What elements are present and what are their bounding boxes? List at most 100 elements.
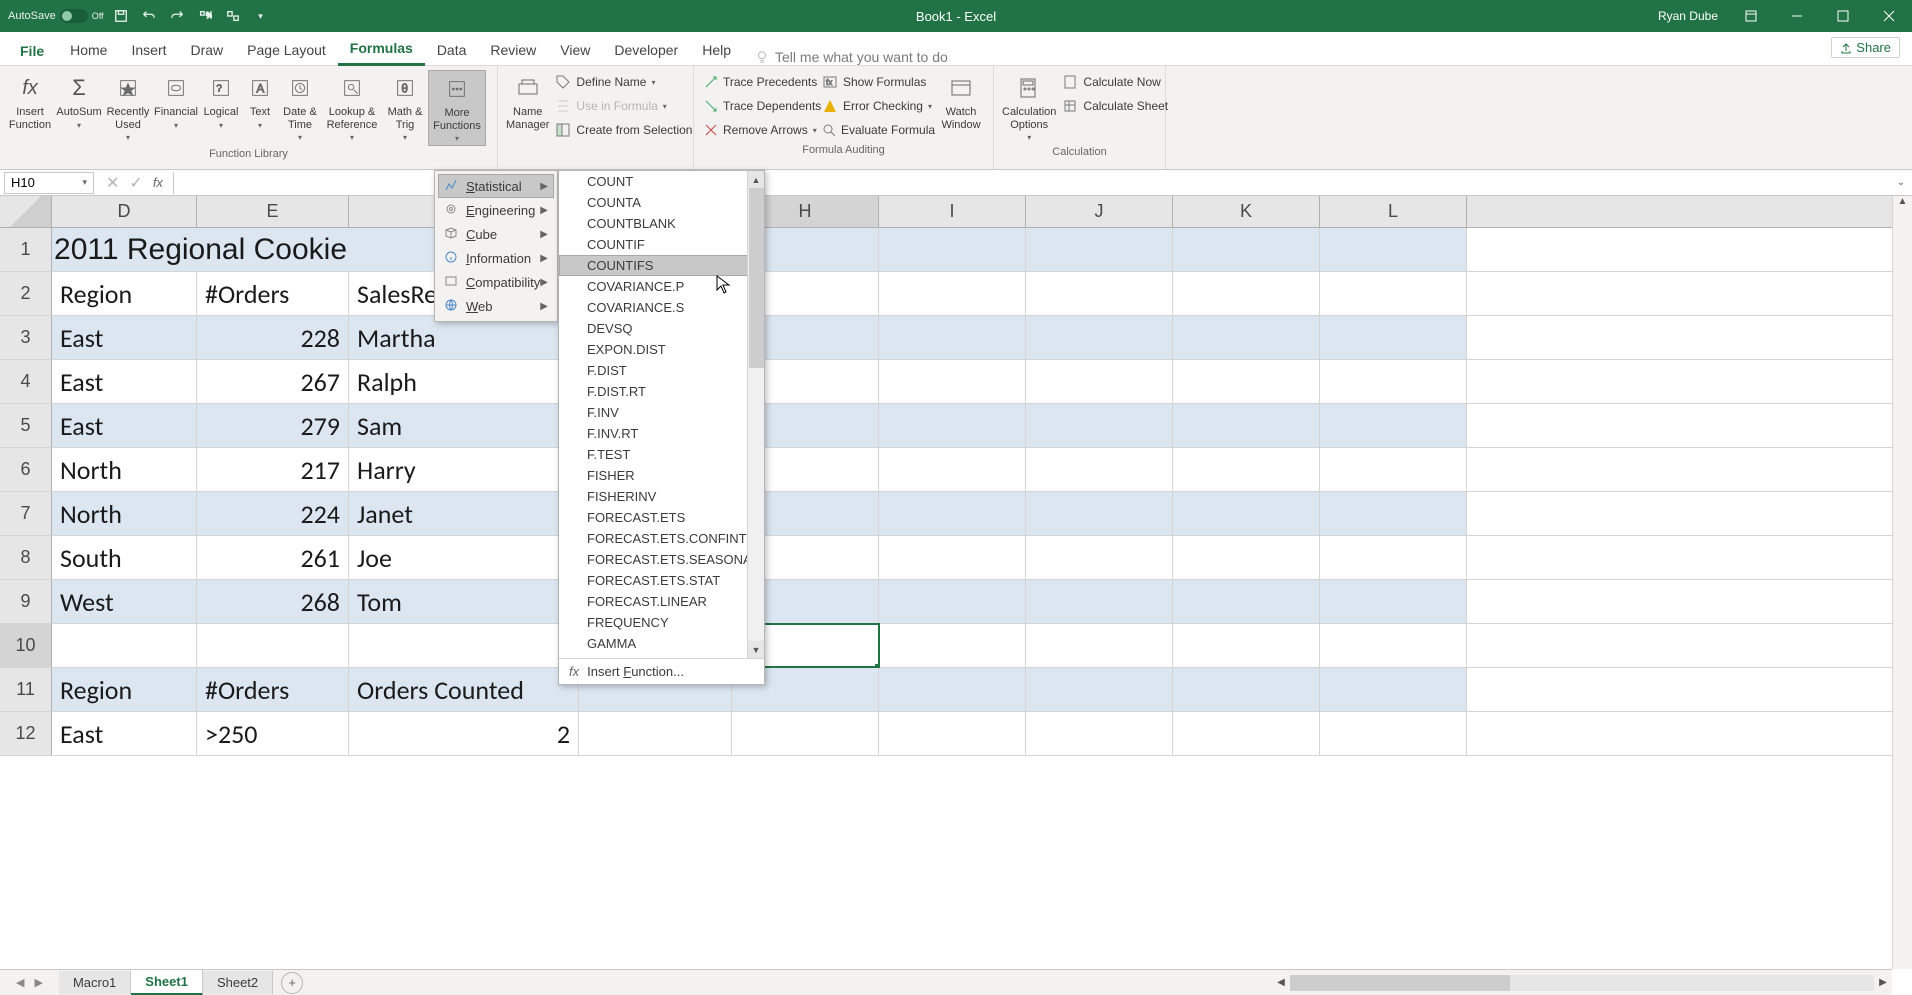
column-header[interactable]: K [1173,196,1320,227]
scroll-down-icon[interactable]: ▼ [748,641,764,658]
cell[interactable] [1026,404,1173,447]
horizontal-scrollbar[interactable]: ◀ ▶ [1272,969,1892,995]
create-from-selection-button[interactable]: Create from Selection [551,118,696,142]
column-header[interactable]: E [197,196,349,227]
cell[interactable]: 267 [197,360,349,403]
trace-precedents-button[interactable]: Trace Precedents [700,70,818,94]
tab-page-layout[interactable]: Page Layout [235,36,338,65]
cell[interactable] [1026,448,1173,491]
function-item[interactable]: FREQUENCY [559,612,764,633]
insert-function-button[interactable]: fx Insert Function [6,70,54,134]
insert-function-link[interactable]: fx Insert Function... [559,658,764,684]
cell[interactable] [1026,580,1173,623]
function-item[interactable]: FISHERINV [559,486,764,507]
function-item[interactable]: COUNT [559,171,764,192]
financial-button[interactable]: Financial▾ [152,70,200,134]
sheet-nav-prev-icon[interactable]: ◀ [16,976,24,989]
cell[interactable] [879,360,1026,403]
cell[interactable]: Orders Counted [349,668,579,711]
row-header[interactable]: 4 [0,360,52,403]
row-header[interactable]: 10 [0,624,52,667]
cell[interactable] [1026,624,1173,667]
tab-draw[interactable]: Draw [179,36,236,65]
scroll-up-icon[interactable]: ▲ [1893,196,1912,214]
function-item[interactable]: COVARIANCE.P [559,276,764,297]
cell[interactable] [879,580,1026,623]
function-item[interactable]: COVARIANCE.S [559,297,764,318]
name-box[interactable]: H10 ▾ [4,172,94,194]
cell[interactable] [1320,316,1467,359]
cell[interactable] [1320,624,1467,667]
qat-customize-icon[interactable]: ▾ [250,5,272,27]
function-item[interactable]: FORECAST.ETS.STAT [559,570,764,591]
cell[interactable]: 268 [197,580,349,623]
cell[interactable] [52,624,197,667]
function-item[interactable]: FORECAST.LINEAR [559,591,764,612]
scroll-left-icon[interactable]: ◀ [1272,977,1290,988]
function-item[interactable]: F.TEST [559,444,764,465]
cell[interactable] [1026,536,1173,579]
cell[interactable] [1173,272,1320,315]
fx-icon[interactable]: fx [153,175,163,190]
cell[interactable]: East [52,316,197,359]
column-header[interactable]: J [1026,196,1173,227]
function-item[interactable]: DEVSQ [559,318,764,339]
maximize-icon[interactable] [1820,0,1866,32]
sheet-nav-next-icon[interactable]: ▶ [34,976,42,989]
qat-button[interactable]: % [194,5,216,27]
tab-insert[interactable]: Insert [119,36,178,65]
lookup-reference-button[interactable]: Lookup & Reference▾ [322,70,382,144]
formula-input[interactable] [173,172,1890,194]
cell[interactable]: 2011 Regional Cookie [52,228,349,271]
cell[interactable]: Region [52,272,197,315]
qat-button[interactable] [222,5,244,27]
cell[interactable] [879,272,1026,315]
cell[interactable] [879,624,1026,667]
tab-help[interactable]: Help [690,36,743,65]
scroll-right-icon[interactable]: ▶ [1874,977,1892,988]
autosave-toggle[interactable]: AutoSave Off [8,9,104,23]
scroll-thumb[interactable] [1290,975,1510,991]
cell[interactable]: Martha [349,316,579,359]
function-item[interactable]: GAMMA [559,633,764,654]
cell[interactable] [1320,360,1467,403]
select-all-corner[interactable] [0,196,52,227]
expand-formula-bar-icon[interactable]: ⌄ [1890,177,1912,188]
name-manager-button[interactable]: Name Manager [504,70,551,134]
more-functions-button[interactable]: More Functions▾ [428,70,486,146]
menu-item-cube[interactable]: Cube▶ [438,222,554,246]
cell[interactable]: East [52,712,197,755]
column-header[interactable]: I [879,196,1026,227]
date-time-button[interactable]: Date & Time▾ [278,70,322,144]
cell[interactable] [349,624,579,667]
cell[interactable]: East [52,360,197,403]
tab-data[interactable]: Data [425,36,479,65]
row-header[interactable]: 5 [0,404,52,447]
row-header[interactable]: 12 [0,712,52,755]
row-header[interactable]: 7 [0,492,52,535]
function-item[interactable]: COUNTIF [559,234,764,255]
function-item[interactable]: COUNTBLANK [559,213,764,234]
chevron-down-icon[interactable]: ▾ [82,177,87,188]
cell[interactable] [1026,360,1173,403]
vertical-scrollbar[interactable]: ▲ [1892,196,1912,969]
remove-arrows-button[interactable]: Remove Arrows ▾ [700,118,818,142]
cell[interactable]: Harry [349,448,579,491]
cell[interactable] [1320,228,1467,271]
cell[interactable]: West [52,580,197,623]
watch-window-button[interactable]: Watch Window [936,70,986,134]
cell[interactable] [1173,360,1320,403]
sheet-tab[interactable]: Sheet1 [131,970,203,995]
cell[interactable]: 279 [197,404,349,447]
tab-developer[interactable]: Developer [602,36,690,65]
cell[interactable] [1173,448,1320,491]
cell[interactable] [197,624,349,667]
function-item[interactable]: F.INV.RT [559,423,764,444]
math-trig-button[interactable]: θ Math & Trig▾ [382,70,428,144]
function-item-countifs[interactable]: COUNTIFS [559,255,764,276]
cell[interactable]: Janet [349,492,579,535]
ribbon-display-icon[interactable] [1728,0,1774,32]
cell[interactable] [1173,536,1320,579]
cell[interactable] [1320,492,1467,535]
row-header[interactable]: 2 [0,272,52,315]
